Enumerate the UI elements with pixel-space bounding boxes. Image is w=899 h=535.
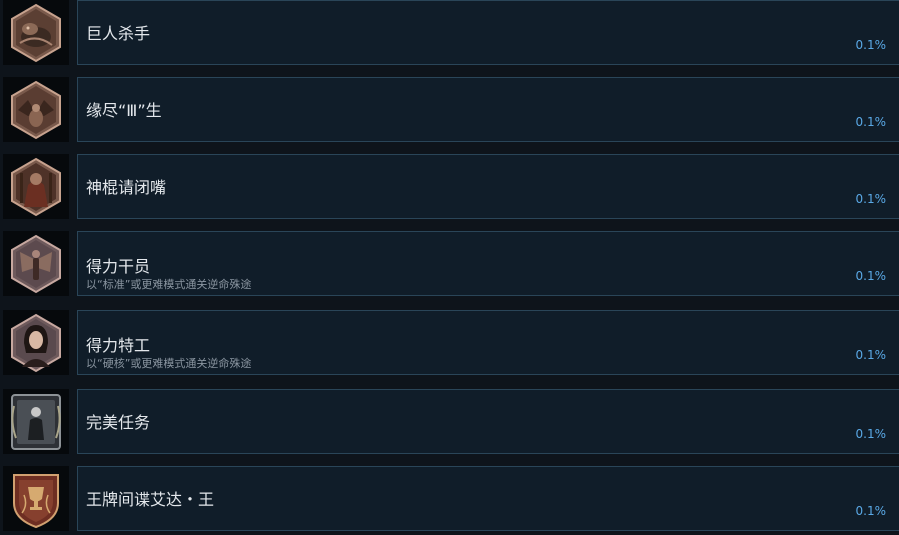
robed-figure-icon — [11, 157, 61, 216]
achievement-unlock-percent: 0.1% — [855, 115, 887, 129]
achievement-card[interactable]: 巨人杀手 0.1% — [77, 0, 899, 65]
giant-creature-icon — [11, 3, 61, 62]
achievement-card[interactable]: 缘尽“Ⅲ”生 0.1% — [77, 77, 899, 142]
achievement-name: 得力干员 — [86, 257, 151, 276]
achievement-icon-frame — [3, 310, 69, 375]
achievement-row: 得力干员 以“标准”或更难模式通关逆命殊途 0.1% — [0, 231, 899, 296]
achievement-icon-frame — [3, 154, 69, 219]
achievement-list: 巨人杀手 0.1% 缘尽“Ⅲ”生 0.1% 神棍请闭嘴 0.1% 得力干员 以“… — [0, 0, 899, 535]
achievement-row: 神棍请闭嘴 0.1% — [0, 154, 899, 219]
winged-angel-icon — [11, 234, 61, 293]
achievement-card[interactable]: 神棍请闭嘴 0.1% — [77, 154, 899, 219]
winged-creature-icon — [11, 80, 61, 139]
achievement-icon-frame — [3, 466, 69, 531]
achievement-icon-frame — [3, 77, 69, 142]
achievement-card[interactable]: 王牌间谍艾达・王 0.1% — [77, 466, 899, 531]
achievement-name: 王牌间谍艾达・王 — [86, 490, 215, 509]
achievement-name: 得力特工 — [86, 336, 151, 355]
achievement-row: 巨人杀手 0.1% — [0, 0, 899, 65]
achievement-unlock-percent: 0.1% — [855, 192, 887, 206]
achievement-unlock-percent: 0.1% — [855, 348, 887, 362]
achievement-unlock-percent: 0.1% — [855, 504, 887, 518]
achievement-description: 以“硬核”或更难模式通关逆命殊途 — [86, 357, 252, 370]
achievement-name: 完美任务 — [86, 413, 151, 432]
achievement-card[interactable]: 完美任务 0.1% — [77, 389, 899, 454]
achievement-row: 王牌间谍艾达・王 0.1% — [0, 466, 899, 531]
achievement-row: 得力特工 以“硬核”或更难模式通关逆命殊途 0.1% — [0, 310, 899, 375]
achievement-icon-frame — [3, 231, 69, 296]
achievement-icon-frame — [3, 0, 69, 65]
achievement-name: 巨人杀手 — [86, 24, 151, 43]
achievement-row: 完美任务 0.1% — [0, 389, 899, 454]
achievement-icon-frame — [3, 389, 69, 454]
achievement-card[interactable]: 得力干员 以“标准”或更难模式通关逆命殊途 0.1% — [77, 231, 899, 296]
achievement-name: 神棍请闭嘴 — [86, 178, 167, 197]
achievement-unlock-percent: 0.1% — [855, 269, 887, 283]
achievement-unlock-percent: 0.1% — [855, 427, 887, 441]
achievement-name: 缘尽“Ⅲ”生 — [86, 101, 162, 120]
trophy-shield-icon — [13, 473, 59, 528]
achievement-unlock-percent: 0.1% — [855, 38, 887, 52]
agent-in-suit-icon — [11, 393, 61, 450]
woman-portrait-icon — [11, 313, 61, 372]
achievement-row: 缘尽“Ⅲ”生 0.1% — [0, 77, 899, 142]
achievement-card[interactable]: 得力特工 以“硬核”或更难模式通关逆命殊途 0.1% — [77, 310, 899, 375]
achievement-description: 以“标准”或更难模式通关逆命殊途 — [86, 278, 252, 291]
